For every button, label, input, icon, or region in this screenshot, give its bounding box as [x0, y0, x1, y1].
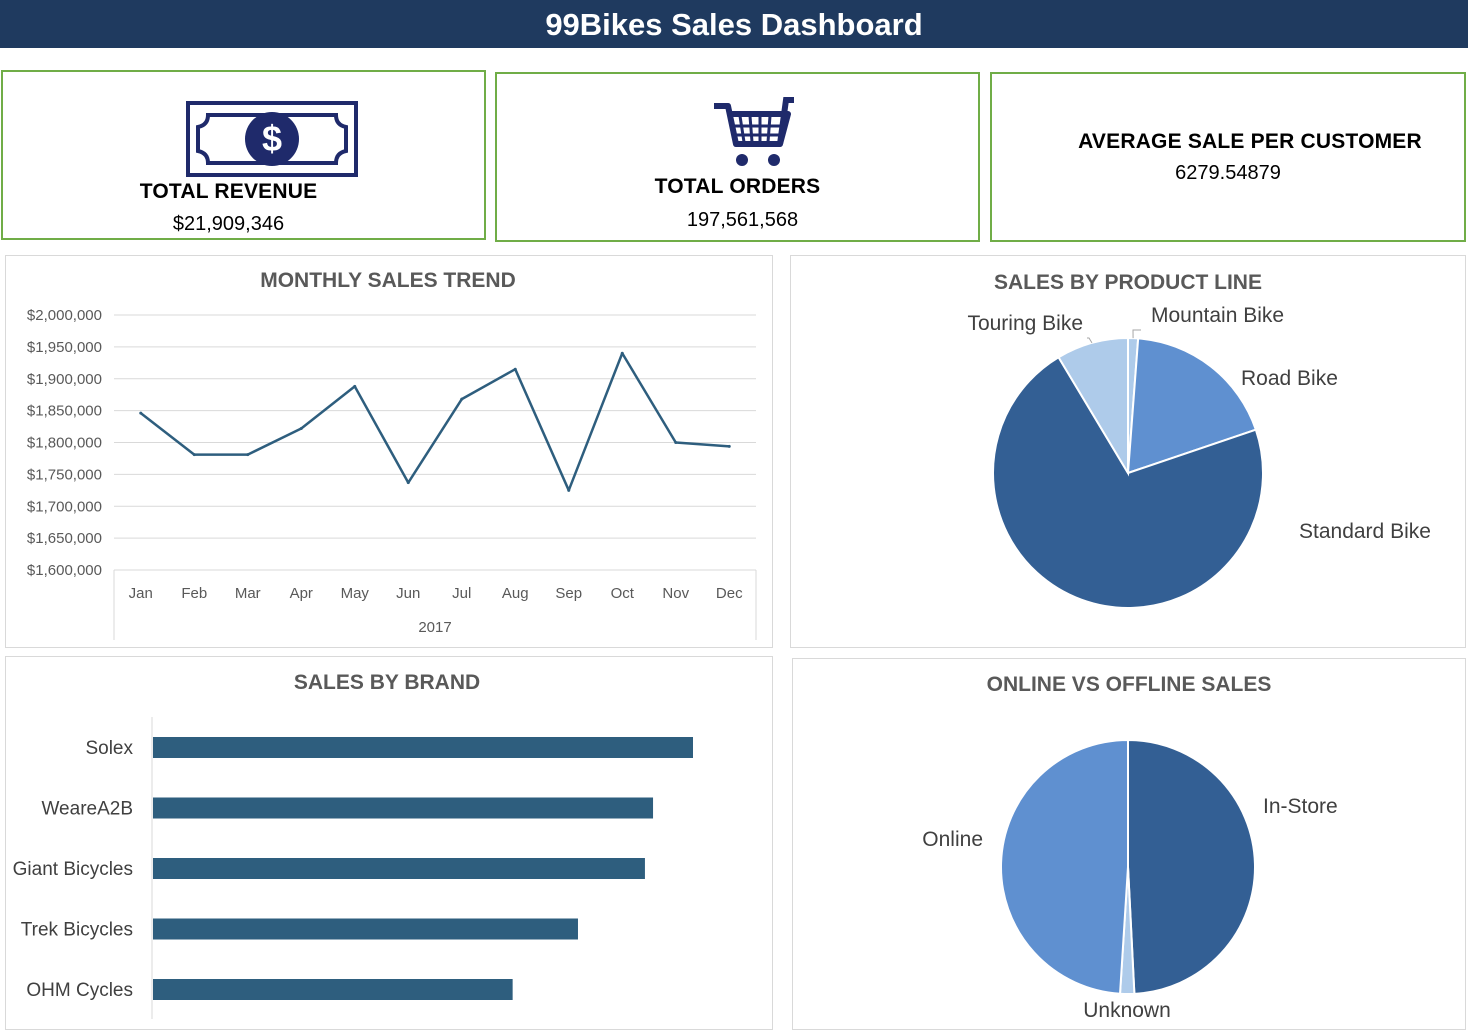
- brand-label: Trek Bicycles: [21, 920, 133, 941]
- data-point: [727, 444, 731, 448]
- data-point: [246, 453, 250, 457]
- x-tick-label: Sep: [555, 585, 582, 602]
- y-tick-label: $1,900,000: [27, 371, 102, 388]
- leader-line: [1132, 329, 1141, 339]
- slice-label: Road Bike: [1241, 367, 1338, 390]
- data-point: [513, 367, 517, 371]
- dollar-bill-icon: $: [186, 101, 358, 177]
- monthly-sales-panel: MONTHLY SALES TREND $2,000,000 $1,950,000…: [5, 255, 773, 648]
- slice-label: Standard Bike: [1299, 520, 1431, 543]
- pie-slice: [1127, 738, 1256, 995]
- brand-panel: SALES BY BRAND Solex WeareA2B Giant Bicycl…: [5, 656, 773, 1030]
- x-tick-label: Feb: [181, 585, 207, 602]
- x-tick-label: Jan: [129, 585, 153, 602]
- data-point: [139, 411, 143, 415]
- channel-panel: ONLINE VS OFFLINE SALES In-Store Unknown O…: [792, 658, 1466, 1030]
- slice-label: In-Store: [1263, 795, 1338, 818]
- brand-label: Solex: [85, 738, 133, 759]
- brand-label: WeareA2B: [41, 799, 133, 820]
- y-tick-label: $1,850,000: [27, 403, 102, 420]
- x-group-label: 2017: [418, 619, 451, 636]
- y-tick-label: $1,650,000: [27, 530, 102, 547]
- brand-sales-chart: Solex WeareA2B Giant Bicycles Trek Bicycles…: [13, 717, 693, 1019]
- slice-label: Online: [922, 828, 983, 851]
- kpi-average-value: 6279.54879: [1175, 162, 1281, 184]
- y-tick-label: $1,950,000: [27, 339, 102, 356]
- dashboard-title: 99Bikes Sales Dashboard: [0, 0, 1468, 48]
- slice-label: Mountain Bike: [1151, 304, 1284, 327]
- data-point: [460, 397, 464, 401]
- product-line-panel: SALES BY PRODUCT LINE Mountain Bike Road …: [790, 255, 1466, 648]
- x-tick-label: Aug: [502, 585, 529, 602]
- brand-bar: [153, 979, 513, 1000]
- x-tick-label: Nov: [662, 585, 689, 602]
- x-tick-label: May: [341, 585, 370, 602]
- data-point: [567, 488, 571, 492]
- x-tick-label: Mar: [235, 585, 261, 602]
- kpi-total-orders: TOTAL ORDERS 197,561,568: [495, 72, 980, 242]
- data-point: [406, 481, 410, 485]
- brand-bar: [153, 797, 654, 819]
- kpi-revenue-value: $21,909,346: [172, 213, 285, 235]
- y-tick-label: $1,750,000: [27, 466, 102, 483]
- pie-slice: [1000, 738, 1129, 995]
- x-tick-label: Jun: [396, 585, 420, 602]
- slice-label: Touring Bike: [967, 312, 1083, 335]
- brand-label: Giant Bicycles: [13, 859, 133, 880]
- sales-line: [139, 352, 730, 492]
- y-tick-label: $1,800,000: [27, 435, 102, 452]
- svg-text:$: $: [262, 118, 282, 159]
- x-tick-label: Oct: [611, 585, 635, 602]
- x-tick-label: Apr: [290, 585, 313, 602]
- kpi-revenue-label: TOTAL REVENUE: [139, 180, 318, 203]
- shopping-cart-icon: [714, 97, 794, 166]
- y-tick-label: $2,000,000: [27, 307, 102, 324]
- brand-bar: [153, 858, 645, 879]
- data-point: [299, 426, 303, 430]
- y-tick-label: $1,700,000: [27, 498, 102, 515]
- x-tick-label: Dec: [716, 585, 743, 602]
- brand-label: OHM Cycles: [26, 980, 133, 1001]
- brand-bar: [153, 918, 578, 940]
- kpi-average-label: AVERAGE SALE PER CUSTOMER: [1078, 130, 1422, 153]
- product-line-chart: Mountain Bike Road Bike Standard Bike Touri…: [967, 304, 1431, 609]
- brand-bar: [153, 737, 693, 758]
- kpi-average-sale: AVERAGE SALE PER CUSTOMER 6279.54879: [990, 72, 1466, 242]
- kpi-orders-value: 197,561,568: [686, 209, 799, 231]
- slice-label: Unknown: [1083, 999, 1171, 1022]
- kpi-orders-label: TOTAL ORDERS: [654, 175, 821, 198]
- channel-sales-chart: In-Store Unknown Online: [922, 738, 1338, 1022]
- data-point: [674, 441, 678, 444]
- monthly-sales-chart: $2,000,000 $1,950,000 $1,900,000 $1,850,000…: [27, 307, 757, 640]
- leader-line: [1087, 337, 1093, 344]
- x-tick-label: Jul: [452, 585, 471, 602]
- kpi-total-revenue: $ TOTAL REVENUE $21,909,346: [1, 70, 486, 240]
- data-point: [353, 384, 357, 388]
- data-point: [620, 351, 624, 355]
- y-tick-label: $1,600,000: [27, 562, 102, 579]
- data-point: [192, 453, 196, 457]
